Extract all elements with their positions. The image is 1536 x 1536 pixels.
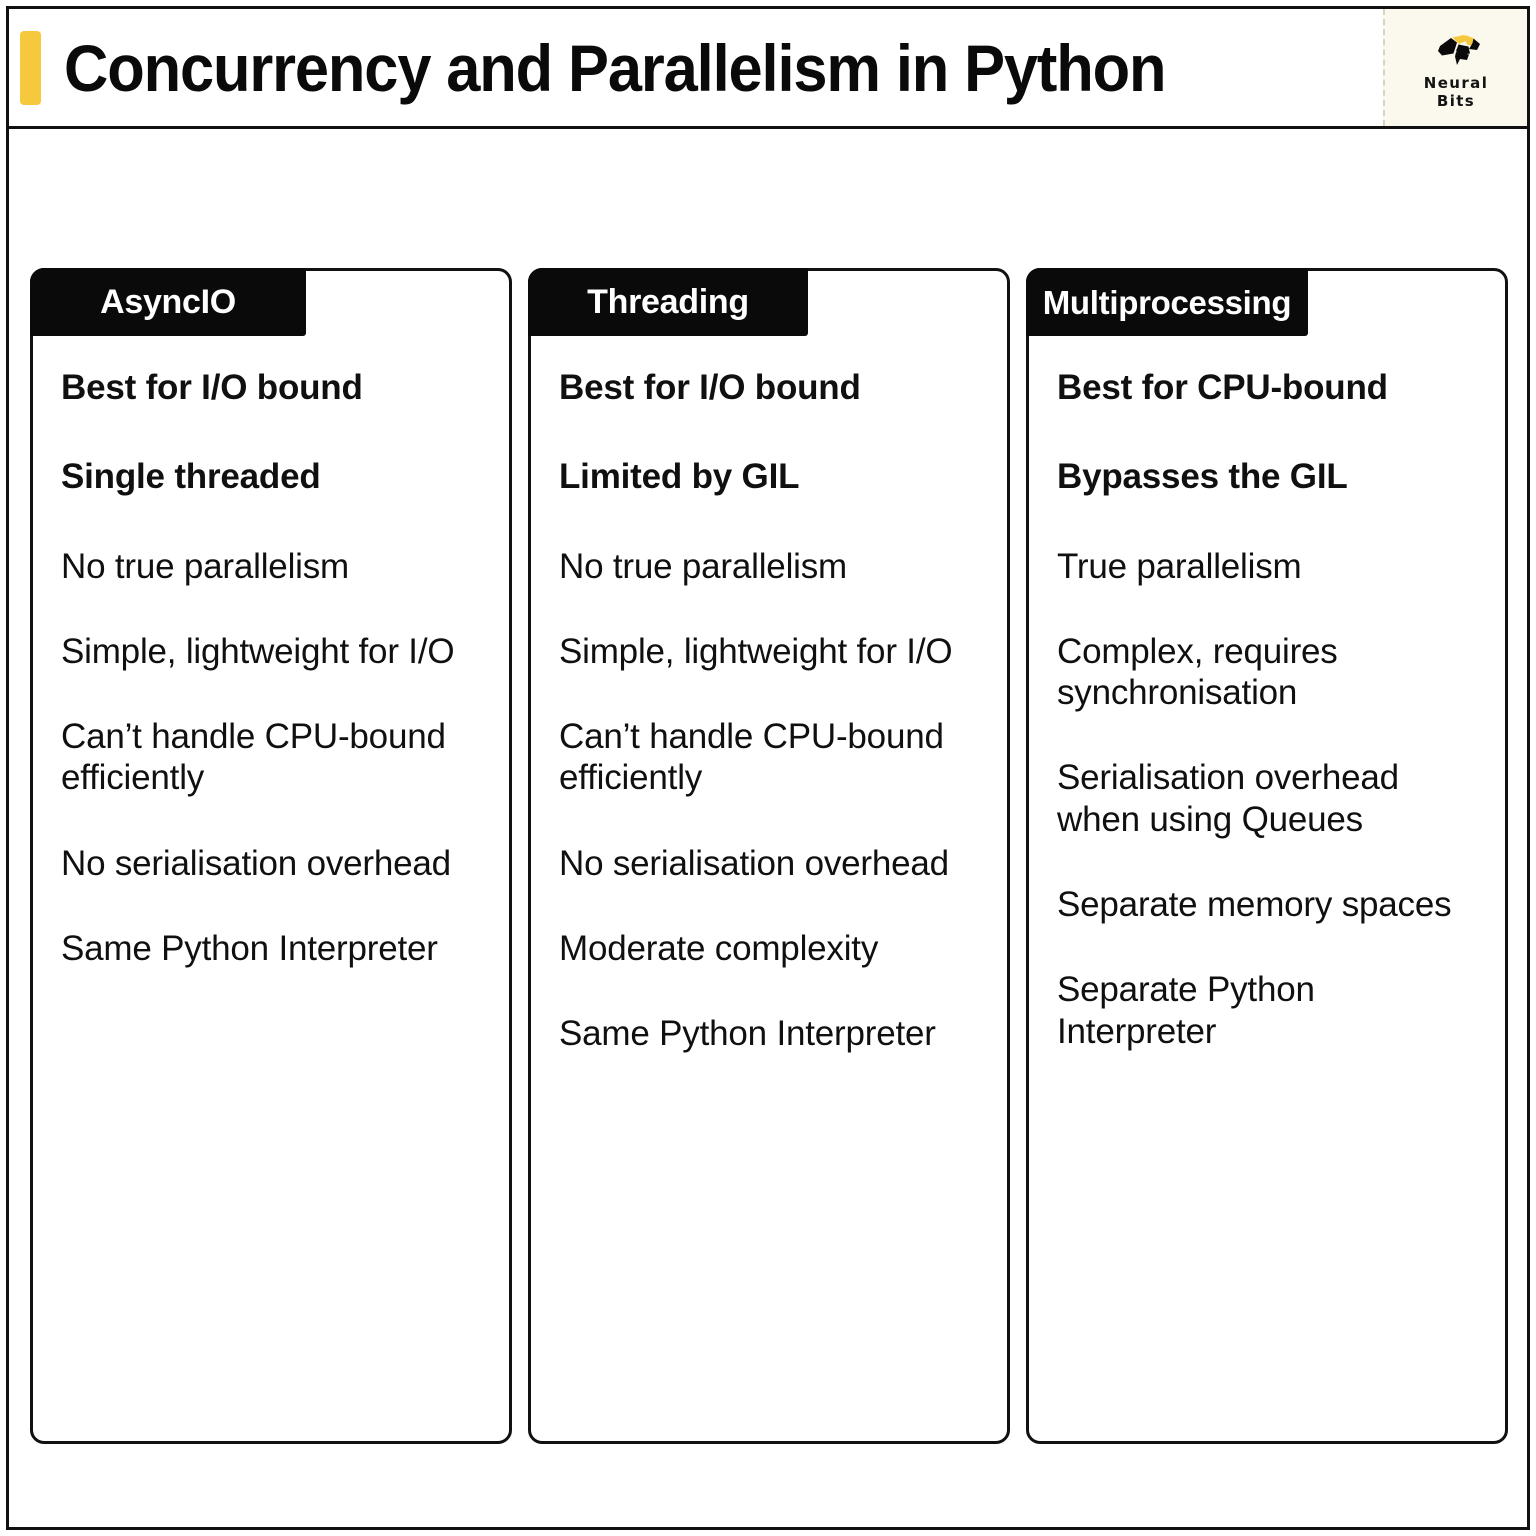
card-multiprocessing-title: Multiprocessing: [1042, 283, 1292, 321]
card-multiprocessing: Multiprocessing Best for CPU-bound Bypas…: [1026, 268, 1508, 1444]
bullet-item: Best for I/O bound: [559, 368, 861, 407]
card-threading-bullets: Best for I/O bound Limited by GIL No tru…: [559, 367, 979, 1055]
card-asyncio: AsyncIO Best for I/O bound Single thread…: [30, 268, 512, 1444]
bullet-item: Simple, lightweight for I/O: [559, 631, 953, 671]
bullet-item: No true parallelism: [61, 546, 349, 586]
bullet-item: Bypasses the GIL: [1057, 457, 1348, 497]
comparison-cards: AsyncIO Best for I/O bound Single thread…: [30, 268, 1508, 1444]
card-threading: Threading Best for I/O bound Limited by …: [528, 268, 1010, 1444]
card-asyncio-bullets: Best for I/O bound Single threaded No tr…: [61, 367, 481, 969]
brain-logo-icon: [1438, 34, 1480, 65]
bullet-item: Separate Python Interpreter: [1057, 970, 1315, 1051]
bullet-item: Separate memory spaces: [1057, 885, 1452, 925]
card-asyncio-badge: AsyncIO: [30, 268, 306, 336]
card-multiprocessing-badge: Multiprocessing: [1026, 268, 1308, 336]
card-asyncio-title: AsyncIO: [100, 283, 236, 321]
bullet-item: No true parallelism: [559, 546, 847, 586]
bullet-item: Same Python Interpreter: [61, 929, 438, 969]
bullet-item: Can’t handle CPU-bound efficiently: [559, 717, 944, 798]
bullet-item: True parallelism: [1057, 546, 1302, 586]
bullet-item: Simple, lightweight for I/O: [61, 631, 455, 671]
logo-wordmark: Neural Bits: [1424, 74, 1488, 111]
bullet-item: Can’t handle CPU-bound efficiently: [61, 717, 446, 798]
logo-line-2: Bits: [1436, 92, 1476, 110]
title-accent-bar: [20, 30, 41, 105]
logo-panel: Neural Bits: [1383, 9, 1527, 126]
bullet-item: Serialisation overhead when using Queues: [1057, 758, 1399, 839]
page-frame-right: [1527, 6, 1530, 1530]
bullet-item: No serialisation overhead: [61, 843, 451, 883]
bullet-item: Best for I/O bound: [61, 368, 363, 407]
bullet-item: Complex, requires synchronisation: [1057, 631, 1338, 713]
header-band: Concurrency and Parallelism in Python Ne…: [9, 9, 1527, 129]
header-title-group: Concurrency and Parallelism in Python: [9, 9, 1383, 126]
bullet-item: Moderate complexity: [559, 929, 879, 969]
bullet-item: Single threaded: [61, 457, 321, 497]
page-frame-bottom: [6, 1527, 1530, 1530]
bullet-item: Limited by GIL: [559, 457, 800, 497]
card-threading-title: Threading: [587, 283, 749, 321]
card-threading-badge: Threading: [528, 268, 808, 336]
bullet-item: Same Python Interpreter: [559, 1014, 936, 1054]
card-multiprocessing-bullets: Best for CPU-bound Bypasses the GIL True…: [1057, 367, 1477, 1052]
page-frame-left: [6, 6, 9, 1530]
logo-line-1: Neural: [1423, 73, 1489, 92]
infographic-page: Concurrency and Parallelism in Python Ne…: [0, 0, 1536, 1536]
bullet-item: Best for CPU-bound: [1057, 368, 1388, 407]
bullet-item: No serialisation overhead: [559, 843, 949, 883]
page-title: Concurrency and Parallelism in Python: [64, 30, 1166, 105]
